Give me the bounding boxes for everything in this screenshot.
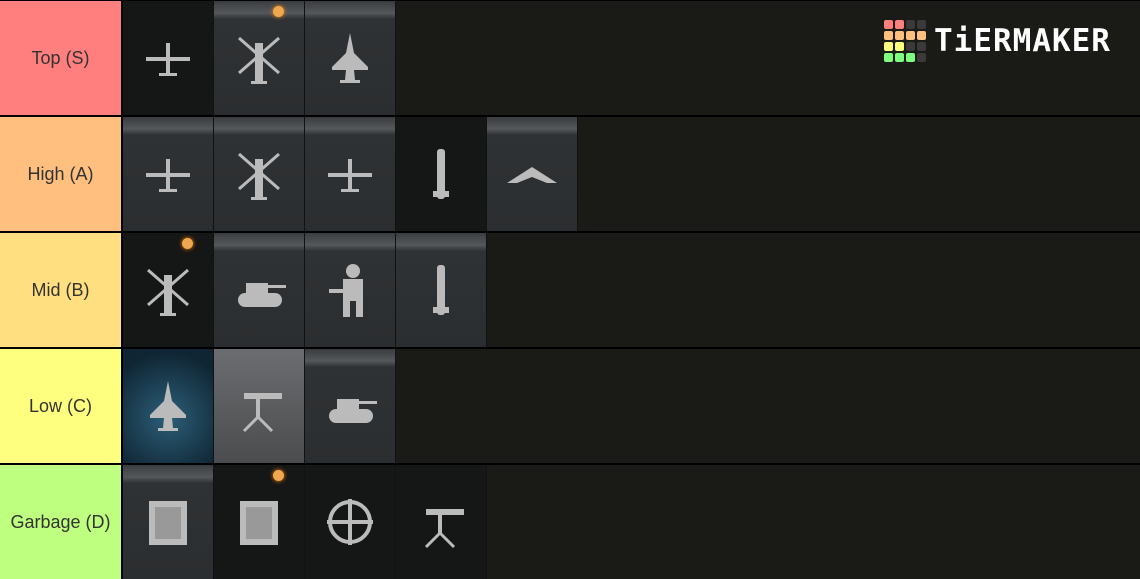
airstrike-plane-icon [328,159,372,192]
tier-row: Low (C) [0,349,1140,463]
tier-items [123,1,396,115]
counter-uav-icon [327,499,373,545]
drone-plane-icon [146,43,190,76]
tier-item[interactable] [214,233,305,347]
sentry-turret-icon [242,393,282,433]
tier-item[interactable] [123,1,214,115]
logo-square [895,42,904,51]
logo-square [884,53,893,62]
chopper-gunner-icon [238,152,280,200]
tier-row: Mid (B) [0,233,1140,347]
jet-bombardment-icon [150,381,186,431]
tank-icon [238,283,286,307]
tier-item[interactable] [123,117,214,231]
tier-items [123,117,578,231]
tier-list: TiERMAKER Top (S) High (A) Mid (B) Low (C) G… [0,0,1140,579]
tier-items [123,233,487,347]
cruise-missiles-icon [433,149,449,199]
tier-label[interactable]: Top (S) [0,1,123,115]
tier-item[interactable] [123,349,214,463]
tier-item[interactable] [123,465,214,579]
logo-square [917,42,926,51]
tier-item[interactable] [214,349,305,463]
new-indicator-dot-icon [273,6,284,17]
logo-square [917,31,926,40]
new-indicator-dot-icon [182,238,193,249]
logo-square [906,42,915,51]
juggernaut-soldier-icon [329,264,363,317]
tier-item[interactable] [123,233,214,347]
tier-item[interactable] [305,465,396,579]
tier-label[interactable]: Garbage (D) [0,465,123,579]
tier-item[interactable] [396,233,487,347]
logo-square [895,31,904,40]
logo-square [895,53,904,62]
tier-items [123,465,487,579]
logo-text: TiERMAKER [934,23,1111,59]
attack-helicopter-icon [238,36,280,84]
tier-item[interactable] [214,117,305,231]
tier-item[interactable] [214,1,305,115]
helicopter-icon [147,268,189,316]
tier-item[interactable] [305,117,396,231]
logo-square [895,20,904,29]
machine-gun-turret-icon [424,509,464,549]
jet-fighter-icon [332,33,368,83]
supply-drop-icon [240,501,278,545]
tier-row: High (A) [0,117,1140,231]
armored-rover-icon [329,399,377,423]
tier-item[interactable] [396,117,487,231]
logo-square [906,53,915,62]
logo-square [884,20,893,29]
tier-item[interactable] [305,1,396,115]
missile-icon [433,265,449,315]
tier-row: Garbage (D) [0,465,1140,579]
tier-item[interactable] [305,349,396,463]
tier-label[interactable]: High (A) [0,117,123,231]
tiermaker-logo[interactable]: TiERMAKER [884,20,1111,62]
supply-crates-icon [149,501,187,545]
stealth-bomber-icon [507,167,557,183]
logo-grid-icon [884,20,926,62]
gunship-plane-icon [146,159,190,192]
tier-item[interactable] [214,465,305,579]
tier-item[interactable] [305,233,396,347]
logo-square [906,20,915,29]
tier-label[interactable]: Mid (B) [0,233,123,347]
logo-square [906,31,915,40]
tier-item[interactable] [396,465,487,579]
new-indicator-dot-icon [273,470,284,481]
logo-square [884,42,893,51]
logo-square [917,20,926,29]
tier-items [123,349,396,463]
logo-square [884,31,893,40]
tier-item[interactable] [487,117,578,231]
logo-square [917,53,926,62]
tier-label[interactable]: Low (C) [0,349,123,463]
